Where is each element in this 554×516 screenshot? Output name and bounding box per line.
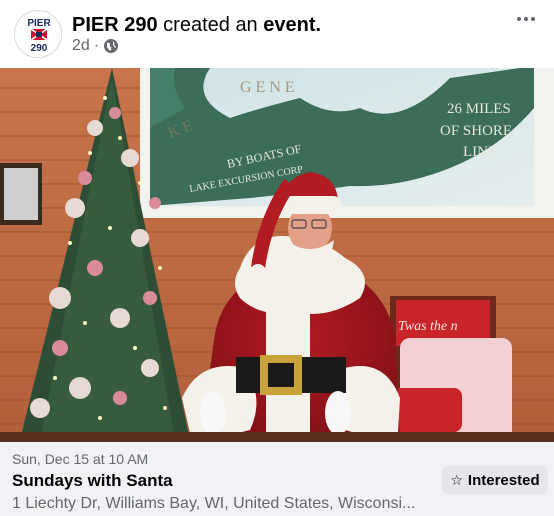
logo-text-bottom: 290: [31, 43, 48, 54]
event-post-card: PIER 290 PIER 290 created an event. 2d ·: [0, 0, 554, 516]
event-cover-photo[interactable]: 26 MILES OF SHORE LINE BY BOATS OF LAKE …: [0, 68, 554, 442]
author-name[interactable]: PIER 290: [72, 14, 158, 36]
post-header: PIER 290 PIER 290 created an event. 2d ·: [0, 0, 554, 68]
sign-text-2: OF SHORE: [440, 123, 512, 139]
event-link[interactable]: event.: [263, 14, 321, 36]
event-title[interactable]: Sundays with Santa: [12, 470, 173, 492]
globe-icon[interactable]: [103, 38, 119, 54]
logo-text-top: PIER: [27, 18, 51, 29]
sign-text-3: LINE: [463, 144, 497, 160]
santa-photo: 26 MILES OF SHORE LINE BY BOATS OF LAKE …: [0, 68, 554, 442]
event-date: Sun, Dec 15 at 10 AM: [12, 451, 149, 467]
post-meta: 2d ·: [72, 36, 119, 56]
more-dots-icon[interactable]: [514, 10, 538, 28]
star-icon: ☆: [450, 472, 463, 488]
post-timestamp[interactable]: 2d: [72, 36, 90, 56]
interested-label: Interested: [467, 471, 540, 489]
event-location: 1 Liechty Dr, Williams Bay, WI, United S…: [12, 495, 416, 512]
pier-290-logo: PIER 290: [15, 11, 61, 57]
avatar[interactable]: PIER 290: [14, 10, 62, 58]
interested-button[interactable]: ☆ Interested: [442, 466, 548, 494]
pillow-text: Twas the n: [398, 319, 458, 334]
sign-text-1: 26 MILES: [447, 101, 511, 117]
post-author-line: PIER 290 created an event.: [72, 13, 321, 37]
action-text: created an: [163, 14, 258, 36]
svg-text:G E N E: G E N E: [240, 79, 295, 96]
meta-separator: ·: [93, 37, 100, 54]
